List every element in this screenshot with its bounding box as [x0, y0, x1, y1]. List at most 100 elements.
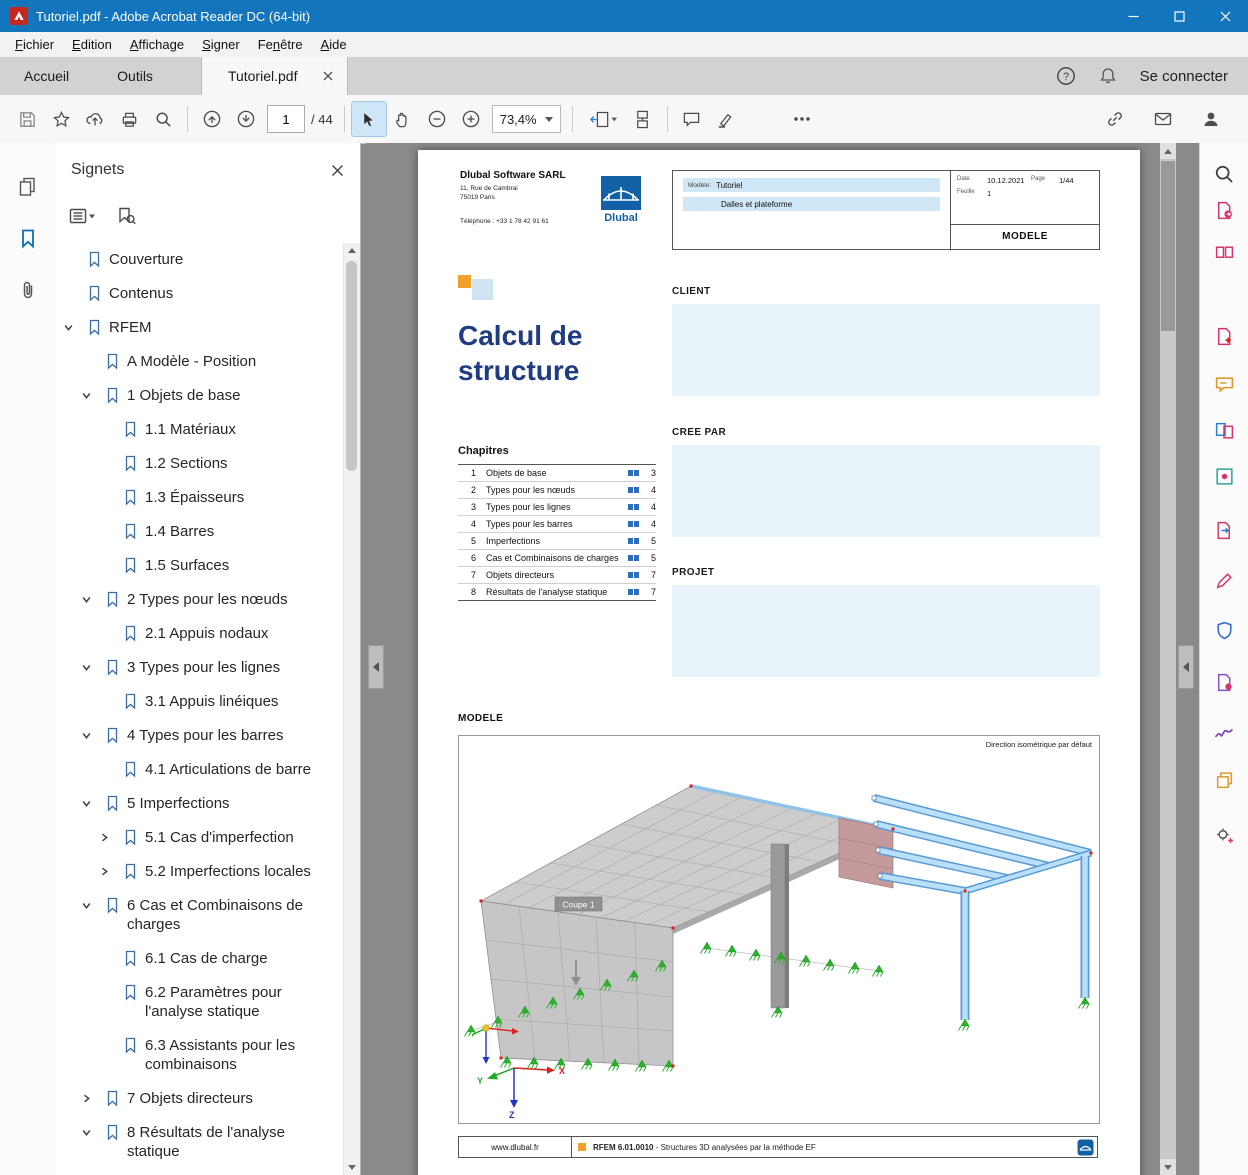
menu-fenetre[interactable]: Fenêtre	[249, 32, 312, 57]
menu-signer[interactable]: Signer	[193, 32, 249, 57]
bookmark-item[interactable]: 1.2 Sections	[55, 447, 344, 481]
chevron-down-icon[interactable]	[81, 590, 106, 609]
bookmark-item[interactable]: 2 Types pour les nœuds	[55, 583, 344, 617]
page-thumbnails-icon[interactable]	[13, 171, 43, 201]
cloud-upload-icon[interactable]	[78, 102, 112, 136]
bookmark-item[interactable]: 5.2 Imperfections locales	[55, 855, 344, 889]
collapse-left-panel-handle[interactable]	[368, 645, 384, 689]
next-page-icon[interactable]	[229, 102, 263, 136]
sign-in-button[interactable]: Se connecter	[1140, 68, 1228, 85]
highlight-icon[interactable]	[709, 102, 743, 136]
bookmark-item[interactable]: A Modèle - Position	[55, 345, 344, 379]
document-scrollbar-thumb[interactable]	[1161, 161, 1175, 331]
bookmark-item[interactable]: 3.1 Appuis linéiques	[55, 685, 344, 719]
expand-right-panel-handle[interactable]	[1178, 645, 1194, 689]
chevron-down-icon[interactable]	[81, 658, 106, 677]
zoom-level-select[interactable]: 73,4%	[491, 105, 561, 133]
menu-fichier[interactable]: Fichier	[6, 32, 63, 57]
scroll-down-icon[interactable]	[1160, 1159, 1176, 1175]
compress-pdf-icon[interactable]	[1209, 667, 1239, 697]
previous-page-icon[interactable]	[195, 102, 229, 136]
bookmark-item[interactable]: Couverture	[55, 243, 344, 277]
bookmark-item[interactable]: 6.2 Paramètres pour l'analyse statique	[55, 976, 344, 1029]
tab-close-icon[interactable]	[323, 71, 333, 81]
bookmark-item[interactable]: 2.1 Appuis nodaux	[55, 617, 344, 651]
bookmark-item[interactable]: 1.4 Barres	[55, 515, 344, 549]
find-current-bookmark-icon[interactable]	[116, 207, 136, 225]
account-avatar-icon[interactable]	[1194, 102, 1228, 136]
email-icon[interactable]	[1146, 102, 1180, 136]
create-pdf-icon[interactable]	[1209, 321, 1239, 351]
share-link-icon[interactable]	[1098, 102, 1132, 136]
star-favorites-icon[interactable]	[44, 102, 78, 136]
attachments-icon[interactable]	[13, 275, 43, 305]
select-tool-icon[interactable]	[350, 101, 387, 137]
organize-pages-icon[interactable]	[1209, 237, 1239, 267]
bookmark-item[interactable]: 4.1 Articulations de barre	[55, 753, 344, 787]
document-scrollbar[interactable]	[1160, 143, 1176, 1175]
more-tools-icon[interactable]	[1209, 819, 1239, 849]
bookmark-options-icon[interactable]	[69, 207, 96, 225]
scroll-down-icon[interactable]	[344, 1160, 360, 1175]
chevron-down-icon[interactable]	[81, 386, 106, 405]
compare-files-icon[interactable]	[1209, 415, 1239, 445]
bookmark-item[interactable]: 1 Objets de base	[55, 379, 344, 413]
bookmark-item[interactable]: 6.1 Cas de charge	[55, 942, 344, 976]
chevron-right-icon[interactable]	[81, 1089, 106, 1108]
bookmark-item[interactable]: 1.1 Matériaux	[55, 413, 344, 447]
scrolling-mode-icon[interactable]	[626, 102, 660, 136]
chevron-down-icon[interactable]	[81, 1123, 106, 1142]
bookmarks-panel-icon[interactable]	[13, 223, 43, 253]
bookmark-item[interactable]: 1.5 Surfaces	[55, 549, 344, 583]
bookmark-item[interactable]: Contenus	[55, 277, 344, 311]
panel-close-icon[interactable]	[331, 164, 344, 177]
search-icon[interactable]	[146, 102, 180, 136]
protect-icon[interactable]	[1209, 615, 1239, 645]
bookmark-item[interactable]: 6 Cas et Combinaisons de charges	[55, 889, 344, 942]
zoom-out-icon[interactable]	[420, 102, 454, 136]
bookmark-item[interactable]: 5.1 Cas d'imperfection	[55, 821, 344, 855]
bookmark-item[interactable]: 5 Imperfections	[55, 787, 344, 821]
page-number-input[interactable]	[267, 105, 305, 133]
search-tools-icon[interactable]	[1209, 159, 1239, 189]
menu-affichage[interactable]: Affichage	[121, 32, 193, 57]
zoom-in-icon[interactable]	[454, 102, 488, 136]
bookmark-item[interactable]: RFEM	[55, 311, 344, 345]
scroll-up-icon[interactable]	[344, 243, 360, 258]
combine-files-icon[interactable]	[1209, 765, 1239, 795]
chevron-right-icon[interactable]	[99, 828, 124, 847]
tab-home[interactable]: Accueil	[0, 57, 93, 95]
bookmark-item[interactable]: 6.3 Assistants pour les combinaisons	[55, 1029, 344, 1082]
more-tools-overflow-icon[interactable]	[785, 102, 819, 136]
minimize-icon[interactable]	[1110, 0, 1156, 32]
chevron-down-icon[interactable]	[81, 896, 106, 915]
save-icon[interactable]	[10, 102, 44, 136]
hand-tool-icon[interactable]	[386, 102, 420, 136]
menu-edition[interactable]: Edition	[63, 32, 121, 57]
chevron-down-icon[interactable]	[81, 726, 106, 745]
certificates-icon[interactable]	[1209, 717, 1239, 747]
bookmark-item[interactable]: 8 Résultats de l'analyse statique	[55, 1116, 344, 1169]
page-fit-icon[interactable]	[580, 102, 626, 136]
export-pdf-icon[interactable]	[1209, 195, 1239, 225]
bookmarks-scrollbar-thumb[interactable]	[346, 261, 357, 471]
enhance-scans-icon[interactable]	[1209, 461, 1239, 491]
fill-sign-icon[interactable]	[1209, 565, 1239, 595]
help-icon[interactable]: ?	[1056, 66, 1076, 86]
comment-icon[interactable]	[675, 102, 709, 136]
chevron-right-icon[interactable]	[99, 862, 124, 881]
bookmarks-scrollbar[interactable]	[343, 243, 360, 1175]
chevron-down-icon[interactable]	[81, 794, 106, 813]
convert-pdf-icon[interactable]	[1209, 515, 1239, 545]
chevron-down-icon[interactable]	[63, 318, 88, 337]
maximize-icon[interactable]	[1156, 0, 1202, 32]
bookmark-item[interactable]: 3 Types pour les lignes	[55, 651, 344, 685]
print-icon[interactable]	[112, 102, 146, 136]
bookmark-item[interactable]: 7 Objets directeurs	[55, 1082, 344, 1116]
scroll-up-icon[interactable]	[1160, 143, 1176, 159]
tab-document[interactable]: Tutoriel.pdf	[200, 57, 349, 95]
close-icon[interactable]	[1202, 0, 1248, 32]
bookmark-item[interactable]: 4 Types pour les barres	[55, 719, 344, 753]
menu-aide[interactable]: Aide	[312, 32, 356, 57]
notifications-bell-icon[interactable]	[1098, 66, 1118, 86]
